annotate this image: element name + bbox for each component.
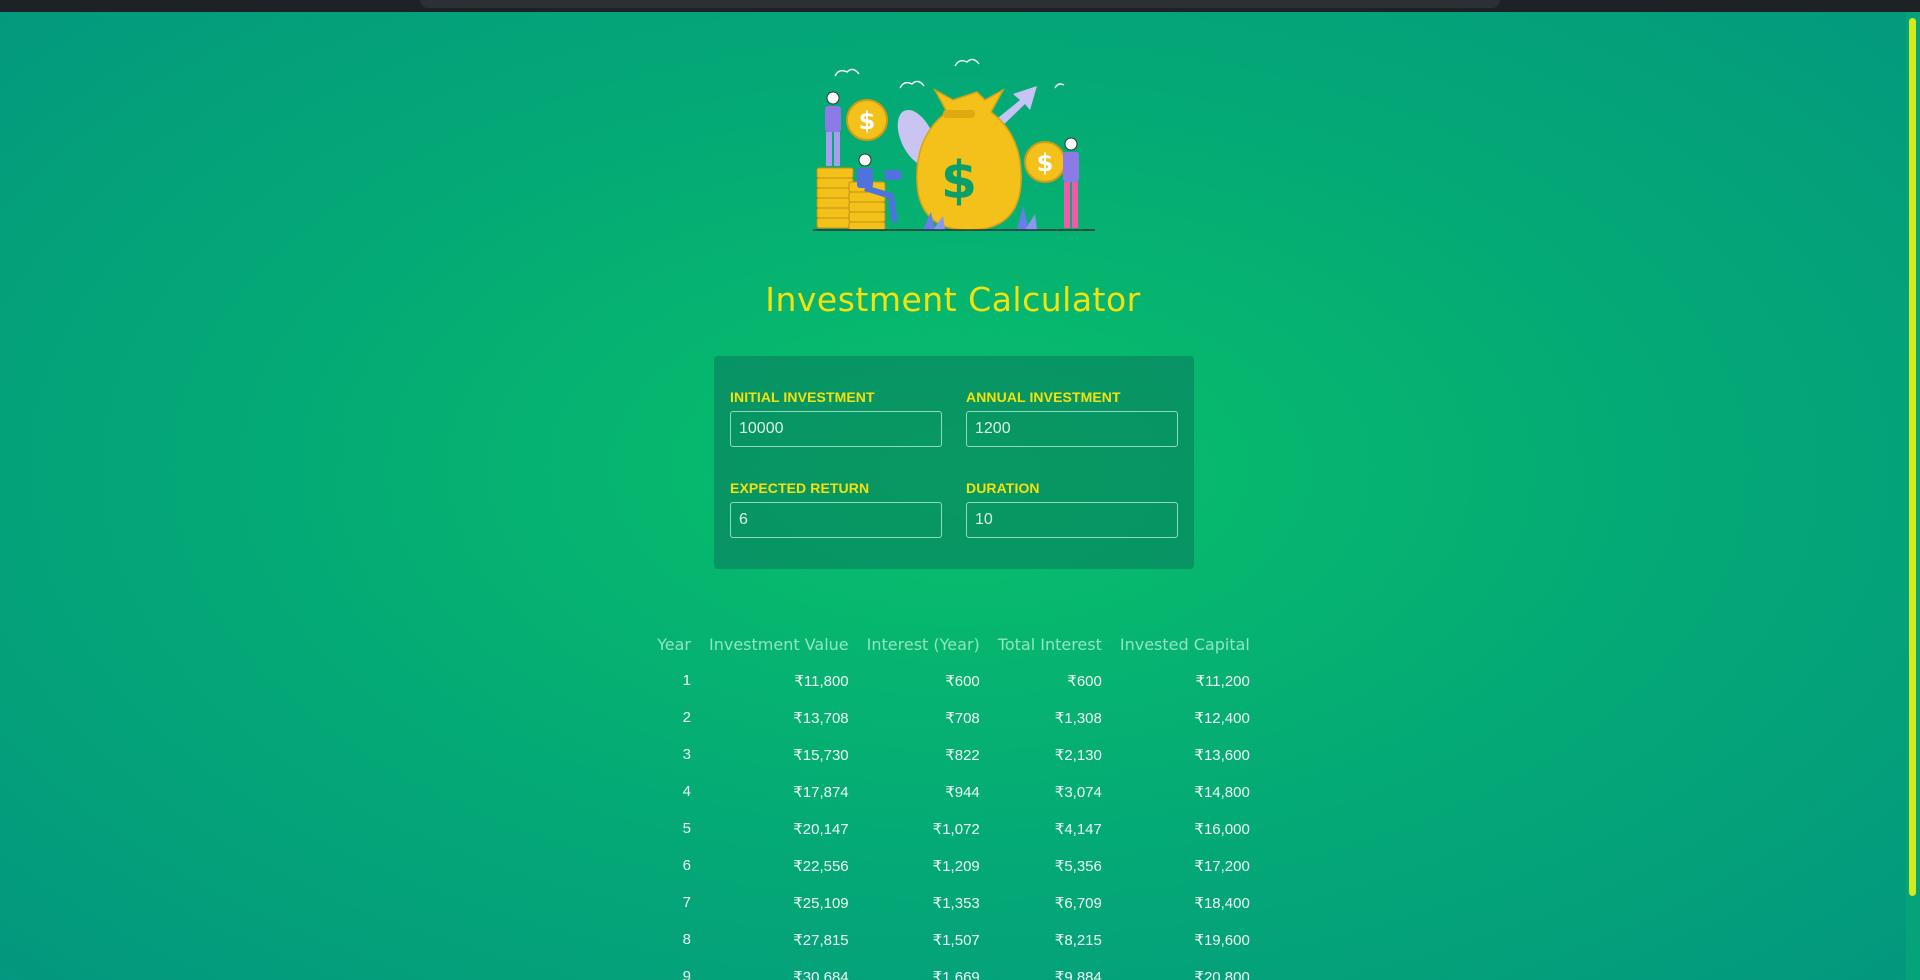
header-investment-value: Investment Value bbox=[709, 634, 849, 654]
table-row: 2 ₹13,708 ₹708 ₹1,308 ₹12,400 bbox=[655, 699, 1250, 736]
page-scrollbar[interactable] bbox=[1906, 12, 1920, 980]
cell-interest-year: ₹600 bbox=[945, 672, 980, 690]
cell-interest-year: ₹1,507 bbox=[932, 931, 980, 949]
cell-investment-value: ₹20,147 bbox=[793, 820, 849, 838]
cell-total-interest: ₹8,215 bbox=[1054, 931, 1102, 949]
table-row: 3 ₹15,730 ₹822 ₹2,130 ₹13,600 bbox=[655, 736, 1250, 773]
table-row: 5 ₹20,147 ₹1,072 ₹4,147 ₹16,000 bbox=[655, 810, 1250, 847]
cell-invested-capital: ₹18,400 bbox=[1194, 894, 1250, 912]
cell-total-interest: ₹6,709 bbox=[1054, 894, 1102, 912]
cell-invested-capital: ₹16,000 bbox=[1194, 820, 1250, 838]
table-row: 6 ₹22,556 ₹1,209 ₹5,356 ₹17,200 bbox=[655, 847, 1250, 884]
cell-total-interest: ₹4,147 bbox=[1054, 820, 1102, 838]
cell-interest-year: ₹822 bbox=[945, 746, 980, 764]
table-row: 9 ₹30,684 ₹1,669 ₹9,884 ₹20,800 bbox=[655, 958, 1250, 980]
cell-year: 3 bbox=[682, 746, 691, 763]
cell-year: 2 bbox=[682, 709, 691, 726]
scrollbar-thumb[interactable] bbox=[1909, 18, 1916, 896]
page-title: Investment Calculator bbox=[765, 280, 1141, 319]
initial-investment-field: Initial Investment bbox=[730, 389, 942, 447]
cell-total-interest: ₹3,074 bbox=[1054, 783, 1102, 801]
results-header-row: Year Investment Value Interest (Year) To… bbox=[655, 626, 1250, 662]
cell-invested-capital: ₹14,800 bbox=[1194, 783, 1250, 801]
header-total-interest: Total Interest bbox=[997, 634, 1102, 654]
cell-investment-value: ₹27,815 bbox=[793, 931, 849, 949]
cell-invested-capital: ₹19,600 bbox=[1194, 931, 1250, 949]
cell-investment-value: ₹30,684 bbox=[793, 968, 849, 980]
initial-investment-input[interactable] bbox=[730, 411, 942, 447]
cell-investment-value: ₹22,556 bbox=[793, 857, 849, 875]
cell-interest-year: ₹944 bbox=[945, 783, 980, 801]
results-table: Year Investment Value Interest (Year) To… bbox=[637, 626, 1268, 980]
cell-investment-value: ₹17,874 bbox=[793, 783, 849, 801]
initial-investment-label: Initial Investment bbox=[730, 389, 875, 405]
cell-investment-value: ₹25,109 bbox=[793, 894, 849, 912]
annual-investment-field: Annual Investment bbox=[966, 389, 1178, 447]
annual-investment-input[interactable] bbox=[966, 411, 1178, 447]
cell-investment-value: ₹15,730 bbox=[793, 746, 849, 764]
hero-illustration: $ $ $ bbox=[805, 58, 1105, 238]
cell-invested-capital: ₹20,800 bbox=[1194, 968, 1250, 980]
browser-top-bar bbox=[0, 0, 1920, 12]
cell-year: 4 bbox=[682, 783, 691, 800]
cell-invested-capital: ₹12,400 bbox=[1194, 709, 1250, 727]
header-year: Year bbox=[657, 634, 691, 654]
svg-text:$: $ bbox=[941, 151, 977, 211]
money-bag-growth-icon: $ $ $ bbox=[813, 58, 1095, 231]
header-interest-year: Interest (Year) bbox=[866, 634, 980, 654]
table-row: 1 ₹11,800 ₹600 ₹600 ₹11,200 bbox=[655, 662, 1250, 699]
cell-total-interest: ₹2,130 bbox=[1054, 746, 1102, 764]
table-row: 4 ₹17,874 ₹944 ₹3,074 ₹14,800 bbox=[655, 773, 1250, 810]
cell-invested-capital: ₹13,600 bbox=[1194, 746, 1250, 764]
cell-invested-capital: ₹11,200 bbox=[1195, 672, 1250, 690]
expected-return-field: Expected Return bbox=[730, 480, 942, 538]
cell-total-interest: ₹600 bbox=[1067, 672, 1102, 690]
duration-field: Duration bbox=[966, 480, 1178, 538]
cell-investment-value: ₹11,800 bbox=[794, 672, 849, 690]
cell-interest-year: ₹1,209 bbox=[932, 857, 980, 875]
expected-return-input[interactable] bbox=[730, 502, 942, 538]
cell-investment-value: ₹13,708 bbox=[793, 709, 849, 727]
cell-interest-year: ₹1,669 bbox=[932, 968, 980, 980]
svg-text:$: $ bbox=[859, 107, 876, 135]
annual-investment-label: Annual Investment bbox=[966, 389, 1121, 405]
cell-invested-capital: ₹17,200 bbox=[1194, 857, 1250, 875]
svg-text:$: $ bbox=[1037, 149, 1054, 177]
table-row: 8 ₹27,815 ₹1,507 ₹8,215 ₹19,600 bbox=[655, 921, 1250, 958]
cell-year: 6 bbox=[682, 857, 691, 874]
duration-label: Duration bbox=[966, 480, 1040, 496]
cell-interest-year: ₹708 bbox=[945, 709, 980, 727]
cell-total-interest: ₹5,356 bbox=[1054, 857, 1102, 875]
cell-interest-year: ₹1,353 bbox=[932, 894, 980, 912]
cell-total-interest: ₹1,308 bbox=[1054, 709, 1102, 727]
cell-year: 7 bbox=[682, 894, 691, 911]
cell-interest-year: ₹1,072 bbox=[932, 820, 980, 838]
cell-year: 9 bbox=[682, 968, 691, 980]
cell-year: 8 bbox=[682, 931, 691, 948]
header-invested-capital: Invested Capital bbox=[1119, 634, 1250, 654]
duration-input[interactable] bbox=[966, 502, 1178, 538]
expected-return-label: Expected Return bbox=[730, 480, 870, 496]
cell-total-interest: ₹9,884 bbox=[1054, 968, 1102, 980]
browser-address-bar[interactable] bbox=[420, 0, 1500, 8]
investment-form: Initial Investment Annual Investment Exp… bbox=[714, 356, 1194, 569]
table-row: 7 ₹25,109 ₹1,353 ₹6,709 ₹18,400 bbox=[655, 884, 1250, 921]
cell-year: 1 bbox=[682, 672, 691, 689]
cell-year: 5 bbox=[682, 820, 691, 837]
